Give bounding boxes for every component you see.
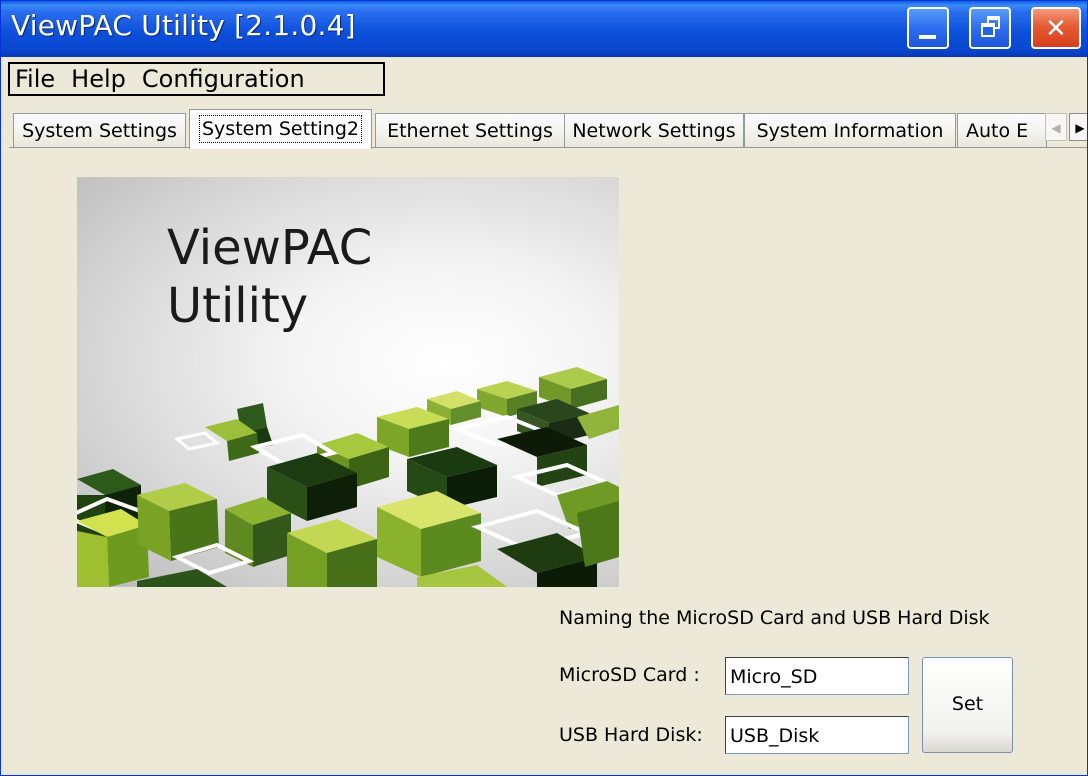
tab-scroll-right-icon[interactable]: ▶ xyxy=(1069,113,1087,141)
menu-file[interactable]: File xyxy=(10,64,63,94)
microsd-name-input[interactable]: Micro_SD xyxy=(725,657,909,695)
tab-network-settings[interactable]: Network Settings xyxy=(564,113,744,147)
set-button[interactable]: Set xyxy=(922,657,1013,753)
tab-auto-exec[interactable]: Auto E xyxy=(957,113,1047,147)
restore-button[interactable] xyxy=(969,7,1011,49)
naming-heading: Naming the MicroSD Card and USB Hard Dis… xyxy=(559,607,990,629)
restore-icon-front xyxy=(981,23,995,37)
tab-label: Network Settings xyxy=(572,120,736,142)
tab-system-settings[interactable]: System Settings xyxy=(13,113,186,147)
tab-label: Auto E xyxy=(966,120,1029,142)
banner-title-line2: Utility xyxy=(167,278,309,334)
usb-disk-name-input[interactable]: USB_Disk xyxy=(725,716,909,754)
microsd-label: MicroSD Card : xyxy=(559,664,700,686)
tab-system-information[interactable]: System Information xyxy=(744,113,956,147)
close-icon: ✕ xyxy=(1045,14,1067,44)
usb-disk-label: USB Hard Disk: xyxy=(559,724,703,746)
banner-title: ViewPAC Utility xyxy=(167,219,372,335)
app-window: ViewPAC Utility [2.1.0.4] ✕ File Help Co… xyxy=(0,0,1088,776)
tab-scroll-arrows: ◀ ▶ xyxy=(1045,113,1087,143)
tab-scroll-left-icon[interactable]: ◀ xyxy=(1045,113,1067,141)
viewpac-banner-image: ViewPAC Utility xyxy=(77,177,619,587)
tab-label: System Information xyxy=(756,120,944,142)
tab-strip: System Settings System Setting2 Ethernet… xyxy=(11,109,1087,149)
minimize-button[interactable] xyxy=(907,7,949,49)
tab-ethernet-settings[interactable]: Ethernet Settings xyxy=(375,113,565,147)
close-button[interactable]: ✕ xyxy=(1031,7,1081,49)
banner-title-line1: ViewPAC xyxy=(167,220,373,276)
tab-label: System Settings xyxy=(22,120,177,142)
tab-label: Ethernet Settings xyxy=(387,120,553,142)
tab-label: System Setting2 xyxy=(198,115,363,143)
minimize-icon xyxy=(919,35,936,39)
title-bar[interactable]: ViewPAC Utility [2.1.0.4] ✕ xyxy=(1,1,1087,57)
menu-help[interactable]: Help xyxy=(63,64,134,94)
menu-bar: File Help Configuration xyxy=(8,62,385,96)
menu-configuration[interactable]: Configuration xyxy=(134,64,313,94)
tab-system-setting2[interactable]: System Setting2 xyxy=(189,109,372,149)
window-title: ViewPAC Utility [2.1.0.4] xyxy=(11,9,356,42)
